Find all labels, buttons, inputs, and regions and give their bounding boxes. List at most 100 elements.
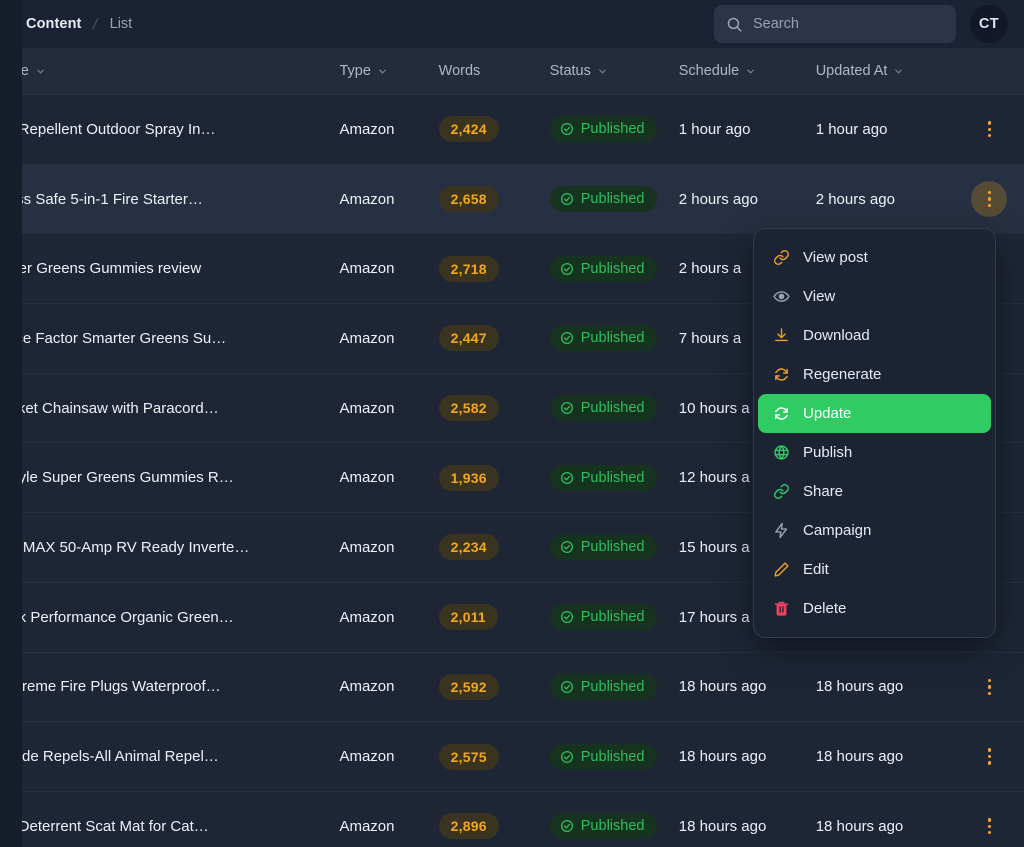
cell-title[interactable]: extreme Fire Plugs Waterproof… xyxy=(22,678,317,695)
refresh-icon xyxy=(772,405,790,423)
column-header-updated-at[interactable]: Updated At xyxy=(816,63,955,79)
cell-type: Amazon xyxy=(339,330,438,347)
chevron-down-icon xyxy=(893,66,904,77)
table-row[interactable]: wiss Safe 5-in-1 Fire Starter…Amazon2,65… xyxy=(22,165,1024,235)
status-badge-label: Published xyxy=(581,679,645,695)
column-header-schedule[interactable]: Schedule xyxy=(679,63,808,79)
cell-schedule: 2 hours ago xyxy=(679,191,808,208)
breadcrumb-list[interactable]: List xyxy=(110,16,133,32)
cell-status: Published xyxy=(550,256,677,282)
row-actions-button[interactable] xyxy=(971,739,1007,775)
cell-status: Published xyxy=(550,116,677,142)
table-header-row: Title Type Words Status Schedule Updated… xyxy=(22,48,1024,95)
check-circle-icon xyxy=(560,610,574,624)
cell-updated-at: 18 hours ago xyxy=(816,678,955,695)
status-badge-label: Published xyxy=(581,539,645,555)
row-actions-button[interactable] xyxy=(971,808,1007,844)
menu-item-update[interactable]: Update xyxy=(758,394,991,433)
menu-item-share[interactable]: Share xyxy=(758,472,991,511)
row-actions-button[interactable] xyxy=(971,669,1007,705)
table-row[interactable]: onide Repels-All Animal Repel…Amazon2,57… xyxy=(22,722,1024,792)
cell-updated-at: 18 hours ago xyxy=(816,818,955,835)
status-badge: Published xyxy=(550,116,658,142)
table-row[interactable]: at Repellent Outdoor Spray In…Amazon2,42… xyxy=(22,95,1024,165)
menu-item-edit[interactable]: Edit xyxy=(758,550,991,589)
menu-item-label: Share xyxy=(803,483,843,500)
cell-type: Amazon xyxy=(339,469,438,486)
breadcrumb-content[interactable]: Content xyxy=(26,16,81,32)
menu-item-download[interactable]: Download xyxy=(758,316,991,355)
table-row[interactable]: at Deterrent Scat Mat for Cat…Amazon2,89… xyxy=(22,792,1024,847)
cell-status: Published xyxy=(550,674,677,700)
table-row[interactable]: extreme Fire Plugs Waterproof… Amazon2,59… xyxy=(22,653,1024,723)
menu-item-label: Edit xyxy=(803,561,829,578)
menu-item-label: Regenerate xyxy=(803,366,881,383)
cell-title[interactable]: uper Greens Gummies review xyxy=(22,260,317,277)
row-actions-button[interactable] xyxy=(971,181,1007,217)
row-actions-menu[interactable]: View post View Download Regenerate Update Pub… xyxy=(753,228,996,638)
menu-item-regenerate[interactable]: Regenerate xyxy=(758,355,991,394)
column-header-title[interactable]: Title xyxy=(22,63,317,79)
cell-title[interactable]: at Repellent Outdoor Spray In… xyxy=(22,121,317,138)
cell-type: Amazon xyxy=(339,678,438,695)
cell-actions xyxy=(955,739,1024,775)
cell-schedule: 18 hours ago xyxy=(679,818,808,835)
cell-schedule: 18 hours ago xyxy=(679,678,808,695)
words-badge: 2,718 xyxy=(439,256,499,282)
cell-title[interactable]: ocket Chainsaw with Paracord… xyxy=(22,400,317,417)
chevron-down-icon xyxy=(377,66,388,77)
cell-title[interactable]: onide Repels-All Animal Repel… xyxy=(22,748,317,765)
eye-icon xyxy=(772,288,790,306)
menu-item-label: Download xyxy=(803,327,870,344)
status-badge: Published xyxy=(550,674,658,700)
column-header-status[interactable]: Status xyxy=(550,63,677,79)
cell-title[interactable]: orce Factor Smarter Greens Su… xyxy=(22,330,317,347)
status-badge: Published xyxy=(550,395,658,421)
check-circle-icon xyxy=(560,192,574,206)
cell-actions xyxy=(955,669,1024,705)
cell-words: 2,658 xyxy=(439,186,548,212)
check-circle-icon xyxy=(560,401,574,415)
status-badge: Published xyxy=(550,256,658,282)
cell-type: Amazon xyxy=(339,539,438,556)
column-header-type[interactable]: Type xyxy=(339,63,438,79)
breadcrumb: Content / List xyxy=(26,16,132,33)
status-badge-label: Published xyxy=(581,470,645,486)
cell-title[interactable]: eak Performance Organic Green… xyxy=(22,609,317,626)
search-input[interactable] xyxy=(753,16,944,32)
cell-words: 2,592 xyxy=(439,674,548,700)
cell-actions xyxy=(955,111,1024,147)
check-circle-icon xyxy=(560,750,574,764)
check-circle-icon xyxy=(560,471,574,485)
lightning-icon xyxy=(772,522,790,540)
menu-item-label: View post xyxy=(803,249,868,266)
cell-updated-at: 1 hour ago xyxy=(816,121,955,138)
menu-item-label: Update xyxy=(803,405,851,422)
column-header-words[interactable]: Words xyxy=(439,63,548,79)
menu-item-delete[interactable]: Delete xyxy=(758,589,991,628)
cell-type: Amazon xyxy=(339,609,438,626)
search-box[interactable] xyxy=(714,5,956,43)
cell-words: 2,718 xyxy=(439,256,548,282)
menu-item-label: Delete xyxy=(803,600,846,617)
menu-item-view-post[interactable]: View post xyxy=(758,238,991,277)
cell-title[interactable]: at Deterrent Scat Mat for Cat… xyxy=(22,818,317,835)
menu-item-view[interactable]: View xyxy=(758,277,991,316)
status-badge: Published xyxy=(550,534,658,560)
cell-words: 2,582 xyxy=(439,395,548,421)
row-actions-button[interactable] xyxy=(971,111,1007,147)
avatar[interactable]: CT xyxy=(970,5,1008,43)
words-badge: 2,575 xyxy=(439,744,499,770)
cell-words: 2,575 xyxy=(439,744,548,770)
cell-title[interactable]: ENMAX 50-Amp RV Ready Inverte… xyxy=(22,539,317,556)
menu-item-publish[interactable]: Publish xyxy=(758,433,991,472)
cell-title[interactable]: wiss Safe 5-in-1 Fire Starter… xyxy=(22,191,317,208)
cell-type: Amazon xyxy=(339,818,438,835)
words-badge: 2,447 xyxy=(439,325,499,351)
cell-updated-at: 18 hours ago xyxy=(816,748,955,765)
menu-item-campaign[interactable]: Campaign xyxy=(758,511,991,550)
cell-type: Amazon xyxy=(339,121,438,138)
cell-title[interactable]: arlyle Super Greens Gummies R… xyxy=(22,469,317,486)
menu-item-label: View xyxy=(803,288,835,305)
download-icon xyxy=(772,327,790,345)
